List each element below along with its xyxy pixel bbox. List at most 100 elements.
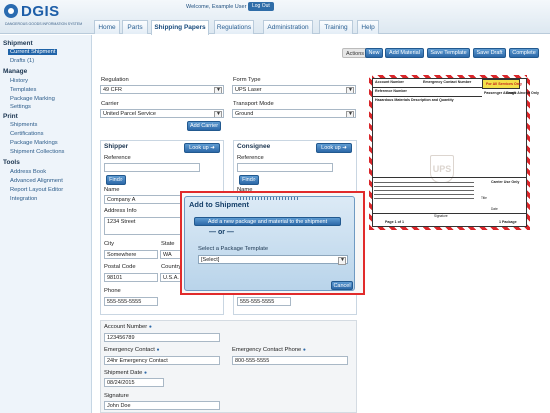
for-all-services-box: For All Services Only (482, 79, 523, 89)
add-material-button[interactable]: Add Material (385, 48, 424, 58)
carrier-label: Carrier (101, 101, 119, 107)
search-icon: ⌕ (252, 177, 256, 183)
required-icon: ● (143, 370, 148, 376)
sidebar-item-report-layout-editor[interactable]: Report Layout Editor (10, 187, 63, 193)
for-all-text: For All Services Only (486, 82, 523, 86)
sidebar-item-package-marking[interactable]: Package Marking (10, 96, 55, 102)
shipper-state-input[interactable]: WA (160, 250, 182, 259)
preview-emergency: Emergency Contact Number (423, 80, 472, 84)
sidebar-item-templates[interactable]: Templates (10, 87, 36, 93)
save-draft-button[interactable]: Save Draft (473, 48, 506, 58)
find-label: Find (242, 177, 253, 183)
shipper-find-button[interactable]: Find⌕ (106, 175, 126, 185)
emergency-phone-text: Emergency Contact Phone (232, 347, 302, 353)
form-type-value: UPS Laser (235, 87, 262, 93)
sidebar-item-integration[interactable]: Integration (10, 196, 37, 202)
required-icon: ● (302, 347, 306, 353)
add-to-shipment-dialog: Add to Shipment Add a new package and ma… (184, 196, 355, 291)
package-template-label: Select a Package Template (198, 246, 269, 252)
emergency-phone-input[interactable]: 800-555-5555 (232, 356, 348, 365)
find-label: Find (109, 177, 120, 183)
package-template-select[interactable]: [Select] ▼ (198, 255, 348, 265)
add-carrier-button[interactable]: Add Carrier (187, 121, 221, 131)
sidebar-item-certifications[interactable]: Certifications (10, 131, 44, 137)
carrier-value: United Parcel Service (103, 111, 156, 117)
carrier-select[interactable]: United Parcel Service ▼ (100, 109, 224, 118)
preview-rule (372, 96, 482, 97)
account-number-label: Account Number ● (104, 324, 152, 330)
emergency-contact-label: Emergency Contact ● (104, 347, 160, 353)
account-number-input[interactable]: 123456789 (104, 333, 220, 342)
new-button[interactable]: New (365, 48, 383, 58)
sidebar-item-shipment-collections[interactable]: Shipment Collections (10, 149, 64, 155)
dgis-logo[interactable]: DGIS DANGEROUS GOODS INFORMATION SYSTEM (4, 3, 82, 29)
hazmat-stripe-right (527, 75, 530, 230)
consignee-lookup-button[interactable]: Look up ➜ (316, 143, 352, 153)
sidebar-header-print: Print (3, 113, 18, 120)
preview-rule (372, 177, 527, 178)
signature-label: Signature (104, 393, 129, 399)
shipper-state-label: State (161, 241, 175, 247)
consignee-reference-input[interactable] (237, 163, 333, 172)
shipment-date-text: Shipment Date (104, 370, 143, 376)
shipper-title: Shipper (104, 143, 129, 150)
consignee-reference-label: Reference (237, 155, 264, 161)
tab-home[interactable]: Home (94, 20, 120, 34)
tab-regulations[interactable]: Regulations (214, 20, 254, 34)
form-type-select[interactable]: UPS Laser ▼ (232, 85, 356, 94)
account-number-text: Account Number (104, 324, 148, 330)
required-icon: ● (148, 324, 152, 330)
tab-help[interactable]: Help (357, 20, 379, 34)
shipper-phone-input[interactable]: 555-555-5555 (104, 297, 158, 306)
shipper-country-input[interactable]: U.S.A. (160, 273, 182, 282)
tab-training[interactable]: Training (319, 20, 353, 34)
chevron-down-icon: ▼ (216, 87, 221, 93)
preview-date-field: Date (491, 207, 498, 211)
or-separator: — or — (209, 229, 234, 236)
sidebar-item-address-book[interactable]: Address Book (10, 169, 46, 175)
sidebar-header-shipment: Shipment (3, 40, 33, 47)
logout-button[interactable]: Log Out (248, 2, 274, 11)
signature-input[interactable]: John Doe (104, 401, 220, 410)
shipper-city-input[interactable]: Somewhere (104, 250, 158, 259)
shipper-reference-label: Reference (104, 155, 131, 161)
globe-icon (4, 4, 18, 18)
sidebar-item-package-markings[interactable]: Package Markings (10, 140, 58, 146)
chevron-down-icon: ▼ (348, 87, 353, 93)
regulation-select[interactable]: 49 CFR ▼ (100, 85, 224, 94)
tab-administration[interactable]: Administration (263, 20, 313, 34)
shipper-lookup-button[interactable]: Look up ➜ (184, 143, 220, 153)
preview-carrier-use: Carrier Use Only (491, 180, 520, 184)
sidebar-item-shipments[interactable]: Shipments (10, 122, 37, 128)
consignee-phone-input[interactable]: 555-555-5555 (237, 297, 291, 306)
regulation-value: 49 CFR (103, 87, 122, 93)
sidebar-item-drafts[interactable]: Drafts (1) (10, 58, 34, 64)
preview-rule (372, 213, 527, 214)
preview-rule (374, 186, 474, 187)
sidebar-item-settings[interactable]: Settings (10, 104, 31, 110)
shipper-name-label: Name (104, 187, 120, 193)
hazmat-stripe-bottom (369, 227, 530, 230)
save-template-button[interactable]: Save Template (427, 48, 470, 58)
emergency-contact-text: Emergency Contact (104, 347, 155, 353)
shipment-date-input[interactable]: 08/24/2015 (104, 378, 164, 387)
add-new-package-button[interactable]: Add a new package and material to the sh… (194, 217, 341, 226)
sidebar-item-advanced-alignment[interactable]: Advanced Alignment (10, 178, 63, 184)
transport-mode-select[interactable]: Ground ▼ (232, 109, 356, 118)
brand-name: DGIS (21, 3, 60, 20)
welcome-text: Welcome, Example User (186, 4, 247, 10)
tab-parts[interactable]: Parts (122, 20, 148, 34)
top-bar: DGIS DANGEROUS GOODS INFORMATION SYSTEM … (0, 0, 550, 35)
shipper-country-label: Country (161, 264, 182, 270)
consignee-find-button[interactable]: Find⌕ (239, 175, 259, 185)
cancel-button[interactable]: Cancel (331, 281, 353, 290)
sidebar-item-current-shipment[interactable]: Current Shipment (8, 49, 58, 55)
tab-shipping-papers[interactable]: Shipping Papers (151, 20, 209, 35)
shipper-postal-input[interactable]: 98101 (104, 273, 158, 282)
preview-rule (372, 87, 482, 88)
emergency-contact-input[interactable]: 24hr Emergency Contact (104, 356, 220, 365)
sidebar-item-history[interactable]: History (10, 78, 28, 84)
shipper-reference-input[interactable] (104, 163, 200, 172)
complete-button[interactable]: Complete (509, 48, 539, 58)
regulation-label: Regulation (101, 77, 129, 83)
